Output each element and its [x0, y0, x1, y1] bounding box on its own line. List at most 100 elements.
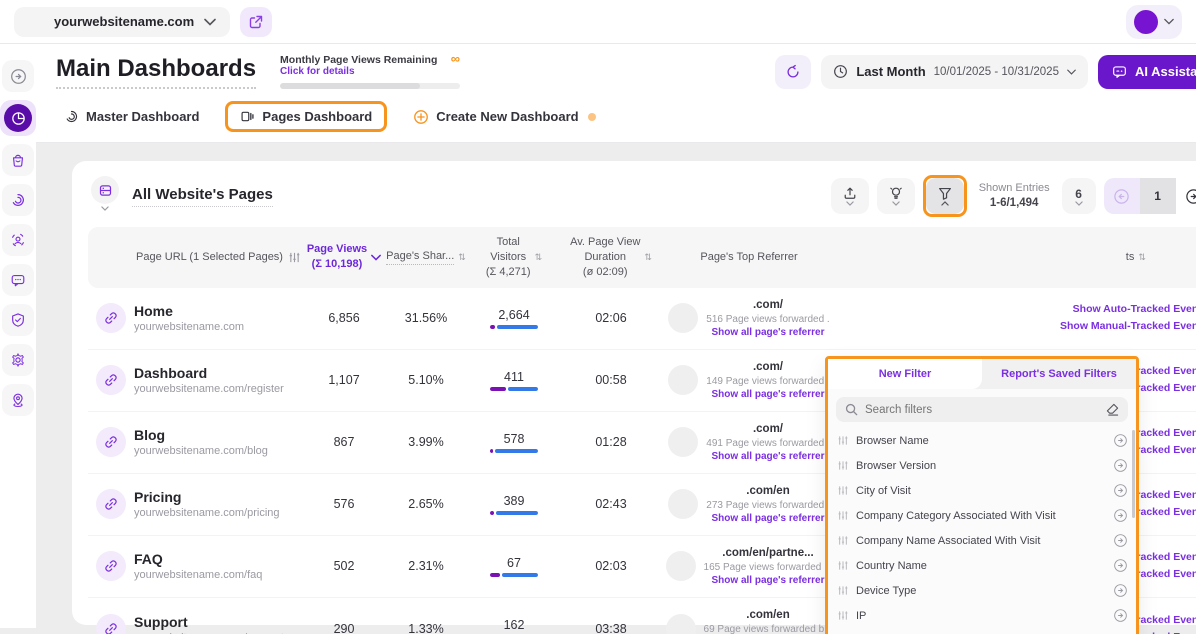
filter-tab-saved[interactable]: Report's Saved Filters	[982, 359, 1136, 389]
sidebar-item-dashboards[interactable]	[0, 100, 36, 136]
page-link-icon[interactable]	[96, 614, 126, 634]
sliders-icon	[838, 460, 848, 471]
visitor-focus-icon	[10, 232, 26, 248]
col-page-share[interactable]: Page's Shar...⇅	[386, 249, 466, 265]
report-type-selector[interactable]	[88, 176, 122, 216]
date-range-picker[interactable]: Last Month 10/01/2025 - 10/31/2025	[821, 55, 1088, 89]
open-website-button[interactable]	[240, 7, 272, 37]
export-button[interactable]	[831, 178, 869, 214]
page-link-icon[interactable]	[96, 489, 126, 519]
total-visitors-cell: 411	[466, 370, 562, 391]
account-menu[interactable]	[1126, 5, 1182, 39]
shown-entries: Shown Entries 1-6/1,494	[979, 182, 1050, 210]
date-range-value: 10/01/2025 - 10/31/2025	[934, 66, 1059, 78]
show-all-referrers-link[interactable]: Show all page's referrer	[704, 574, 833, 587]
top-referrer-cell: .com/ 491 Page views forwarded . Show al…	[660, 422, 838, 463]
filter-item[interactable]: City of Visit	[836, 478, 1130, 503]
sliders-icon	[838, 510, 848, 521]
arrow-right-circle-icon[interactable]	[1113, 608, 1128, 623]
tab-master-dashboard[interactable]: Master Dashboard	[56, 104, 207, 129]
page-link-icon[interactable]	[96, 365, 126, 395]
chevron-down-icon	[846, 201, 854, 206]
bag-icon	[10, 152, 26, 168]
insights-button[interactable]	[877, 178, 915, 214]
page-link-icon[interactable]	[96, 303, 126, 333]
sidebar-item-location[interactable]	[2, 384, 34, 416]
next-page-button[interactable]	[1176, 178, 1196, 214]
quota-details-link[interactable]: Click for details	[280, 66, 437, 77]
arrow-right-circle-icon[interactable]	[1113, 483, 1128, 498]
show-all-referrers-link[interactable]: Show all page's referrer	[706, 512, 829, 525]
show-manual-tracked-events-link[interactable]: Show Manual-Tracked Events	[1060, 318, 1196, 335]
filter-search-input[interactable]	[865, 404, 1099, 416]
sliders-icon	[838, 585, 848, 596]
sidebar-item-settings[interactable]	[2, 344, 34, 376]
referrer-favicon	[668, 365, 698, 395]
filter-button[interactable]	[926, 178, 964, 214]
sidebar-item-ecommerce[interactable]	[2, 144, 34, 176]
col-page-url[interactable]: Page URL (1 Selected Pages)	[134, 250, 302, 265]
filter-item[interactable]: Company Name Associated With Visit	[836, 528, 1130, 553]
referrer-favicon	[668, 489, 698, 519]
referrer-url: .com/en	[706, 484, 829, 499]
page-size-selector[interactable]: 6	[1062, 178, 1096, 214]
arrow-right-circle-icon[interactable]	[1113, 583, 1128, 598]
referrer-favicon	[666, 614, 696, 634]
col-page-views[interactable]: Page Views(Σ 10,198)	[302, 242, 386, 272]
arrow-right-circle-icon[interactable]	[1113, 558, 1128, 573]
arrow-right-circle-icon[interactable]	[1113, 533, 1128, 548]
website-selector[interactable]: yourwebsitename.com	[14, 7, 230, 37]
col-total-visitors[interactable]: TotalVisitors(Σ 4,271)⇅	[466, 235, 562, 280]
quota-label: Monthly Page Views Remaining	[280, 54, 437, 66]
filter-search[interactable]	[836, 397, 1128, 422]
filter-item[interactable]: Device Type	[836, 578, 1130, 603]
refresh-button[interactable]	[775, 55, 811, 89]
sidebar-item-privacy[interactable]	[2, 304, 34, 336]
filter-item[interactable]: New Visitors	[836, 628, 1130, 634]
arrow-right-circle-icon	[1185, 188, 1196, 205]
col-avg-duration[interactable]: Av. Page ViewDuration(ø 02:09)⇅	[562, 235, 660, 280]
arrow-left-circle-icon	[1113, 188, 1130, 205]
tab-create-new-dashboard[interactable]: Create New Dashboard	[405, 104, 603, 130]
sidebar-expand-button[interactable]	[2, 60, 34, 92]
col-events-fragment[interactable]: ts⇅	[1060, 250, 1196, 265]
arrow-right-circle-icon[interactable]	[1113, 508, 1128, 523]
filter-item[interactable]: Browser Name	[836, 428, 1130, 453]
filter-list: Browser Name Browser Version City of Vis…	[828, 426, 1136, 634]
show-all-referrers-link[interactable]: Show all page's referrer	[706, 326, 829, 339]
arrow-right-circle-icon[interactable]	[1113, 458, 1128, 473]
arrow-right-circle-icon[interactable]	[1113, 433, 1128, 448]
page-share-value: 1.33%	[386, 622, 466, 634]
scrollbar[interactable]	[1132, 430, 1135, 518]
sidebar-item-visitors[interactable]	[2, 224, 34, 256]
top-bar: yourwebsitename.com	[0, 0, 1196, 44]
filter-item[interactable]: IP	[836, 603, 1130, 628]
col-top-referrer[interactable]: Page's Top Referrer	[660, 250, 838, 265]
page-header: Main Dashboards Monthly Page Views Remai…	[36, 44, 1196, 95]
sliders-icon	[838, 535, 848, 546]
eraser-icon[interactable]	[1106, 403, 1119, 416]
sliders-icon	[838, 610, 848, 621]
filter-item[interactable]: Company Category Associated With Visit	[836, 503, 1130, 528]
sidebar-item-behaviour[interactable]	[2, 184, 34, 216]
show-all-referrers-link[interactable]: Show all page's referrer	[706, 450, 829, 463]
bulb-icon	[889, 186, 903, 200]
sidebar-item-feedback[interactable]	[2, 264, 34, 296]
referrer-forwarded: 165 Page views forwarded ...	[704, 561, 833, 574]
ai-assistant-label: AI Assistant	[1135, 64, 1196, 79]
prev-page-button[interactable]	[1104, 178, 1140, 214]
page-url: yourwebsitename.com	[134, 321, 302, 333]
ai-assistant-button[interactable]: AI Assistant	[1098, 55, 1196, 89]
page-link-icon[interactable]	[96, 427, 126, 457]
filter-item[interactable]: Country Name	[836, 553, 1130, 578]
show-all-referrers-link[interactable]: Show all page's referrer	[706, 388, 829, 401]
visitors-bar	[490, 573, 538, 577]
visitors-bar	[490, 387, 538, 391]
show-auto-tracked-events-link[interactable]: Show Auto-Tracked Events	[1060, 301, 1196, 318]
page-link-icon[interactable]	[96, 551, 126, 581]
page-cell: Blog yourwebsitename.com/blog	[134, 427, 302, 457]
tab-pages-dashboard[interactable]: Pages Dashboard	[225, 101, 387, 132]
filter-tab-new[interactable]: New Filter	[828, 359, 982, 389]
pagination: 1	[1104, 178, 1196, 214]
filter-item[interactable]: Browser Version	[836, 453, 1130, 478]
